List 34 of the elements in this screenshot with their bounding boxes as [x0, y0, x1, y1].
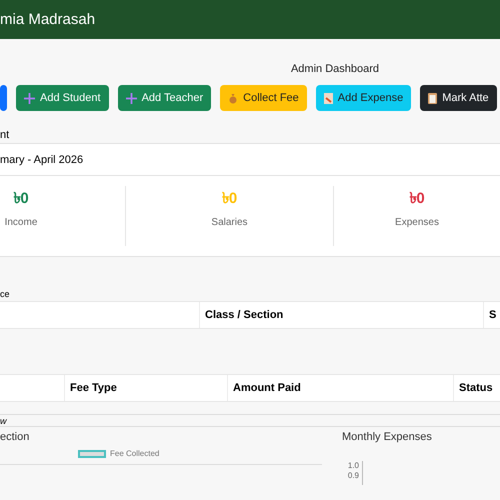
stat-value: ৳0 — [13, 189, 29, 209]
app-title: mia Madrasah — [0, 11, 96, 28]
money-bag-icon — [228, 92, 238, 104]
card-title: mary - April 2026 — [0, 154, 84, 166]
section-label: w — [0, 414, 500, 427]
column-header: Amount Paid — [227, 375, 453, 401]
stat-label: Salaries — [211, 217, 248, 228]
column-header: Status — [453, 375, 500, 401]
stat-value: ৳0 — [409, 189, 425, 209]
chart-title: ection — [0, 431, 30, 443]
stat-value: ৳0 — [222, 189, 238, 209]
action-button[interactable]: Mark Atte — [420, 85, 497, 111]
action-button[interactable]: Add Student — [16, 85, 109, 111]
stat-label: Income — [4, 217, 38, 228]
chart-title: Monthly Expenses — [342, 431, 432, 443]
legend-label: Fee Collected — [110, 449, 160, 458]
action-button[interactable]: Add Teacher — [118, 85, 212, 111]
page-title: Admin Dashboard — [290, 63, 380, 75]
axis-tick: 1.0 — [348, 461, 359, 470]
column-header: S — [483, 302, 500, 328]
button[interactable] — [0, 85, 7, 111]
column-header: Class / Section — [199, 302, 483, 328]
document-icon — [324, 92, 333, 104]
section-label: nt — [0, 128, 10, 143]
axis-tick: 0.9 — [348, 471, 359, 480]
stat-label: Expenses — [395, 217, 439, 228]
plus-icon — [126, 92, 137, 104]
action-button[interactable]: Add Expense — [316, 85, 412, 111]
clipboard-icon — [428, 92, 438, 104]
plus-icon — [24, 92, 35, 104]
section-label: ce — [0, 289, 10, 299]
action-button[interactable]: Collect Fee — [220, 85, 307, 111]
legend-swatch — [78, 450, 106, 458]
column-header: Fee Type — [64, 375, 227, 401]
